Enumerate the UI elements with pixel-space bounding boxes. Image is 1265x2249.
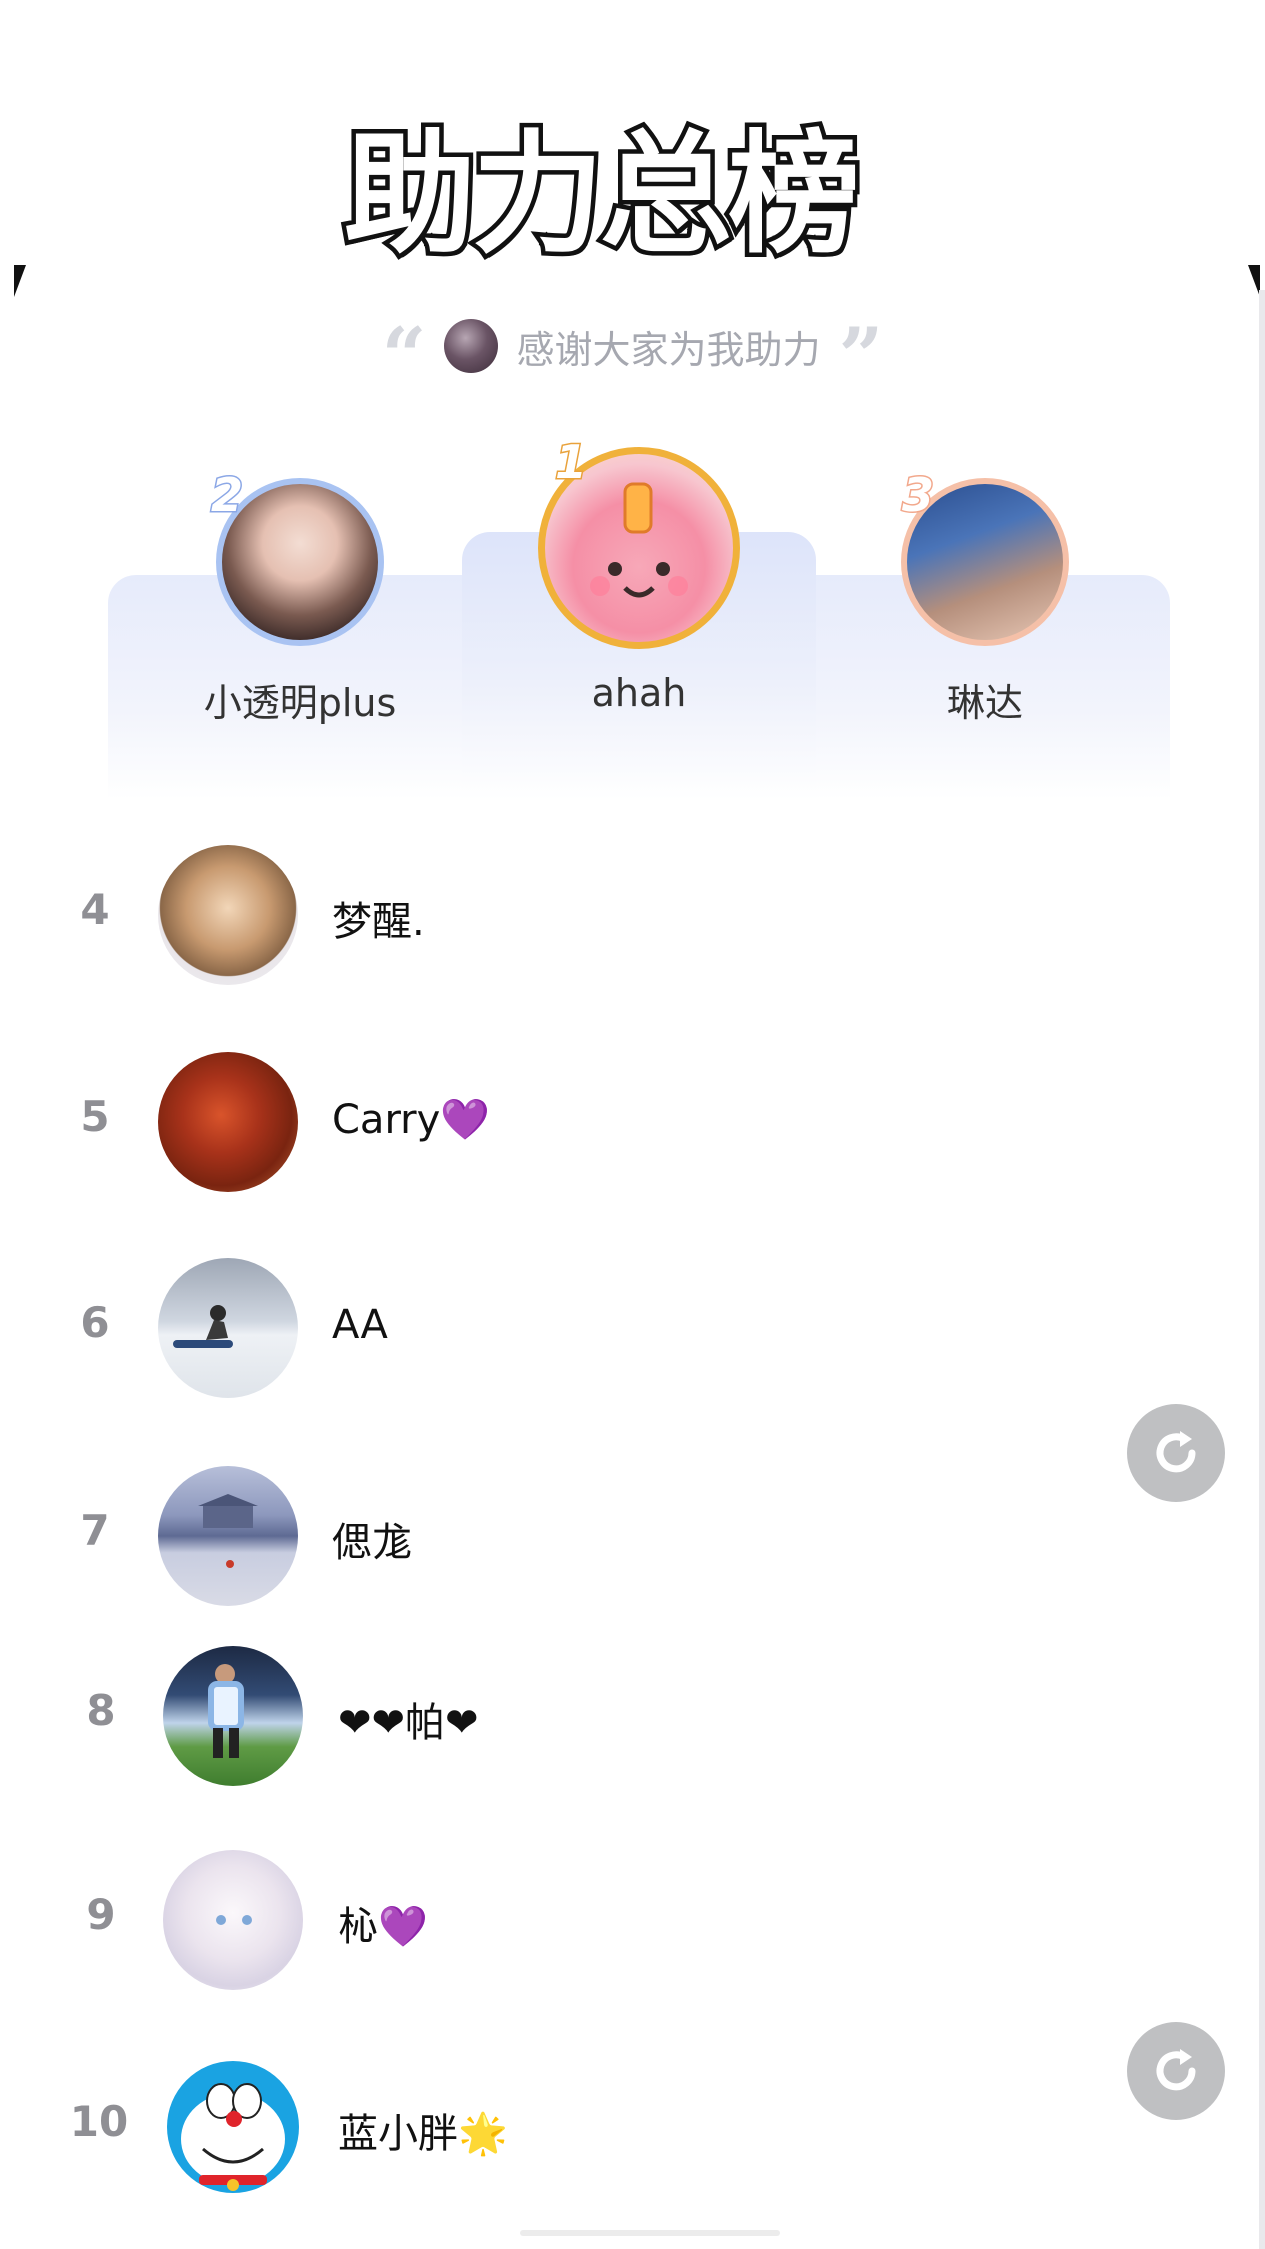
podium-name: 琳达 — [946, 681, 1023, 725]
rank-badge: 3 — [900, 467, 935, 524]
footballer-graphic — [208, 1664, 244, 1758]
avatar[interactable] — [163, 1850, 303, 1990]
rank-badge: 2 — [209, 467, 244, 524]
refresh-button[interactable] — [1127, 2022, 1225, 2120]
user-name: AA — [332, 1302, 388, 1348]
podium-name: ahah — [591, 671, 687, 715]
user-name: 蓝小胖🌟 — [338, 2111, 508, 2157]
avatar[interactable] — [158, 1258, 298, 1398]
rank-number: 5 — [80, 1092, 110, 1141]
list-item[interactable]: 9 杺💜 — [0, 1850, 1265, 1990]
rank-number: 6 — [80, 1298, 110, 1347]
refresh-icon — [1156, 2049, 1196, 2091]
user-name: 偲尨 — [332, 1520, 412, 1566]
rank-number: 8 — [86, 1686, 116, 1735]
surfer-graphic — [173, 1305, 233, 1348]
card-corner-left — [14, 265, 26, 297]
close-quote-icon: ” — [838, 318, 884, 374]
thanks-banner: “ 感谢大家为我助力 ” — [0, 316, 1265, 376]
podium-name: 小透明plus — [203, 681, 397, 725]
palace-graphic — [198, 1494, 258, 1568]
podium-third[interactable]: 3 琳达 — [880, 467, 1090, 727]
avatar[interactable] — [158, 1052, 298, 1192]
list-item[interactable]: 7 偲尨 — [0, 1466, 1265, 1606]
podium-second[interactable]: 2 小透明plus — [195, 467, 405, 727]
list-item[interactable]: 6 AA — [0, 1258, 1265, 1398]
avatar[interactable] — [158, 845, 298, 985]
rank-badge: 1 — [553, 434, 588, 491]
list-item[interactable]: 4 梦醒. — [0, 845, 1265, 985]
doraemon-graphic — [167, 2061, 299, 2193]
refresh-button[interactable] — [1127, 1404, 1225, 1502]
list-item[interactable]: 5 Carry💜 — [0, 1052, 1265, 1192]
avatar[interactable] — [163, 2057, 303, 2197]
rank-number: 7 — [80, 1506, 110, 1555]
rank-number: 10 — [69, 2097, 129, 2146]
avatar[interactable] — [158, 1466, 298, 1606]
refresh-icon — [1156, 1431, 1196, 1473]
list-item[interactable]: 8 ❤❤帕❤ — [0, 1646, 1265, 1786]
open-quote-icon: “ — [381, 318, 427, 374]
thanks-avatar[interactable] — [444, 319, 499, 373]
user-name: Carry💜 — [332, 1097, 491, 1143]
page: 助力总榜 “ 感谢大家为我助力 ” 2 小透明plus 1 ahah 3 琳达 … — [0, 0, 1265, 2249]
thanks-text: 感谢大家为我助力 — [516, 327, 821, 372]
user-name: ❤❤帕❤ — [338, 1700, 479, 1746]
user-name: 杺💜 — [338, 1904, 428, 1950]
avatar[interactable] — [163, 1646, 303, 1786]
rank-number: 4 — [80, 885, 110, 934]
page-title: 助力总榜 — [340, 114, 865, 277]
list-item[interactable]: 10 蓝小胖🌟 — [0, 2057, 1265, 2197]
podium-first[interactable]: 1 ahah — [537, 434, 741, 715]
home-indicator — [520, 2230, 780, 2236]
rank-number: 9 — [86, 1890, 116, 1939]
user-name: 梦醒. — [332, 899, 425, 945]
anime-boy-graphic — [216, 1915, 252, 1925]
